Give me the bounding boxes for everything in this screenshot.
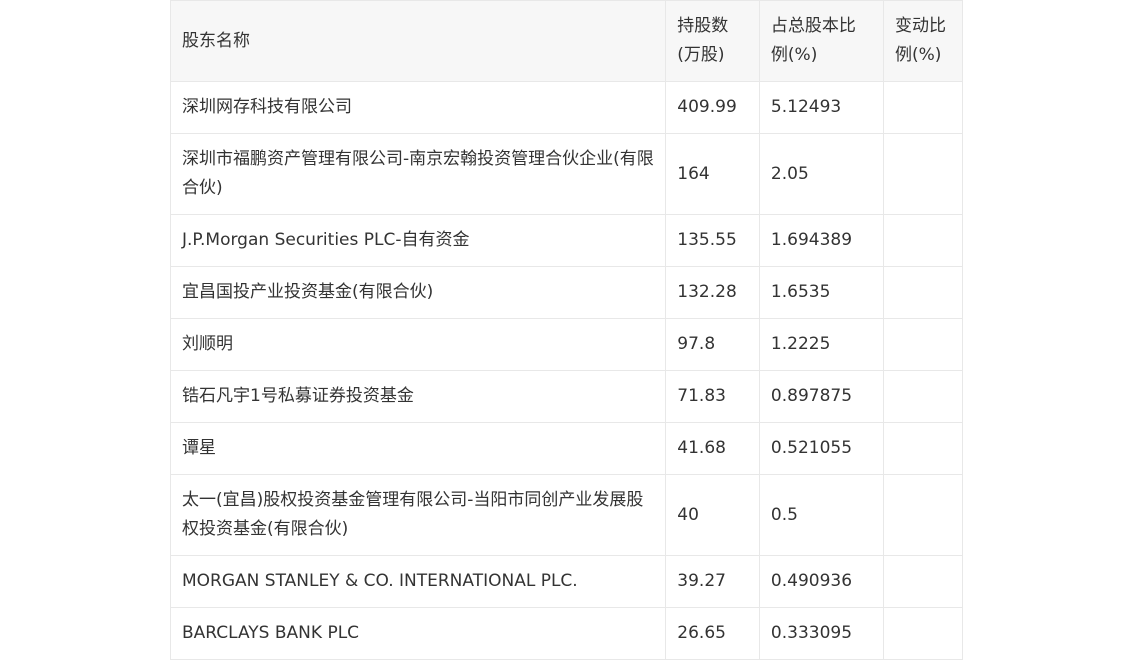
cell-shares: 409.99 — [665, 81, 760, 134]
header-change-ratio: 变动比例(%) — [883, 0, 963, 82]
cell-change — [883, 81, 963, 134]
cell-percent: 2.05 — [758, 133, 885, 215]
header-shareholder-name: 股东名称 — [169, 0, 667, 82]
header-shares: 持股数(万股) — [665, 0, 760, 82]
cell-change — [883, 370, 963, 423]
cell-shares: 97.8 — [665, 318, 760, 371]
cell-shareholder-name: J.P.Morgan Securities PLC-自有资金 — [169, 214, 667, 267]
cell-shareholder-name: 深圳市福鹏资产管理有限公司-南京宏翰投资管理合伙企业(有限合伙) — [169, 133, 667, 215]
cell-change — [883, 318, 963, 371]
table-row: 深圳市福鹏资产管理有限公司-南京宏翰投资管理合伙企业(有限合伙) 164 2.0… — [169, 133, 963, 215]
header-row: 股东名称 持股数(万股) 占总股本比例(%) 变动比例(%) — [169, 0, 963, 82]
cell-shares: 164 — [665, 133, 760, 215]
cell-percent: 0.521055 — [758, 422, 885, 475]
cell-percent: 0.897875 — [758, 370, 885, 423]
cell-shares: 132.28 — [665, 266, 760, 319]
cell-shareholder-name: BARCLAYS BANK PLC — [169, 607, 667, 660]
cell-percent: 0.333095 — [758, 607, 885, 660]
cell-change — [883, 266, 963, 319]
cell-percent: 0.490936 — [758, 555, 885, 608]
table-row: J.P.Morgan Securities PLC-自有资金 135.55 1.… — [169, 214, 963, 267]
table-header: 股东名称 持股数(万股) 占总股本比例(%) 变动比例(%) — [169, 0, 963, 82]
cell-percent: 0.5 — [758, 474, 885, 556]
table-row: MORGAN STANLEY & CO. INTERNATIONAL PLC. … — [169, 555, 963, 608]
cell-change — [883, 555, 963, 608]
table-row: 太一(宜昌)股权投资基金管理有限公司-当阳市同创产业发展股权投资基金(有限合伙)… — [169, 474, 963, 556]
header-percent-of-total: 占总股本比例(%) — [758, 0, 885, 82]
cell-change — [883, 607, 963, 660]
cell-change — [883, 214, 963, 267]
cell-shareholder-name: 刘顺明 — [169, 318, 667, 371]
table-row: BARCLAYS BANK PLC 26.65 0.333095 — [169, 607, 963, 660]
cell-percent: 1.2225 — [758, 318, 885, 371]
cell-shares: 40 — [665, 474, 760, 556]
cell-shares: 41.68 — [665, 422, 760, 475]
cell-shares: 26.65 — [665, 607, 760, 660]
table-row: 深圳网存科技有限公司 409.99 5.12493 — [169, 81, 963, 134]
shareholders-table: 股东名称 持股数(万股) 占总股本比例(%) 变动比例(%) 深圳网存科技有限公… — [169, 0, 963, 660]
table-row: 谭星 41.68 0.521055 — [169, 422, 963, 475]
table-row: 宜昌国投产业投资基金(有限合伙) 132.28 1.6535 — [169, 266, 963, 319]
table-row: 锆石凡宇1号私募证券投资基金 71.83 0.897875 — [169, 370, 963, 423]
cell-shares: 135.55 — [665, 214, 760, 267]
cell-shareholder-name: 锆石凡宇1号私募证券投资基金 — [169, 370, 667, 423]
cell-shareholder-name: 谭星 — [169, 422, 667, 475]
cell-percent: 1.6535 — [758, 266, 885, 319]
cell-shareholder-name: MORGAN STANLEY & CO. INTERNATIONAL PLC. — [169, 555, 667, 608]
cell-change — [883, 422, 963, 475]
cell-shares: 71.83 — [665, 370, 760, 423]
table-body: 深圳网存科技有限公司 409.99 5.12493 深圳市福鹏资产管理有限公司-… — [169, 81, 963, 660]
cell-percent: 1.694389 — [758, 214, 885, 267]
cell-shareholder-name: 宜昌国投产业投资基金(有限合伙) — [169, 266, 667, 319]
cell-percent: 5.12493 — [758, 81, 885, 134]
table-row: 刘顺明 97.8 1.2225 — [169, 318, 963, 371]
cell-shareholder-name: 深圳网存科技有限公司 — [169, 81, 667, 134]
cell-shares: 39.27 — [665, 555, 760, 608]
cell-shareholder-name: 太一(宜昌)股权投资基金管理有限公司-当阳市同创产业发展股权投资基金(有限合伙) — [169, 474, 667, 556]
cell-change — [883, 474, 963, 556]
cell-change — [883, 133, 963, 215]
